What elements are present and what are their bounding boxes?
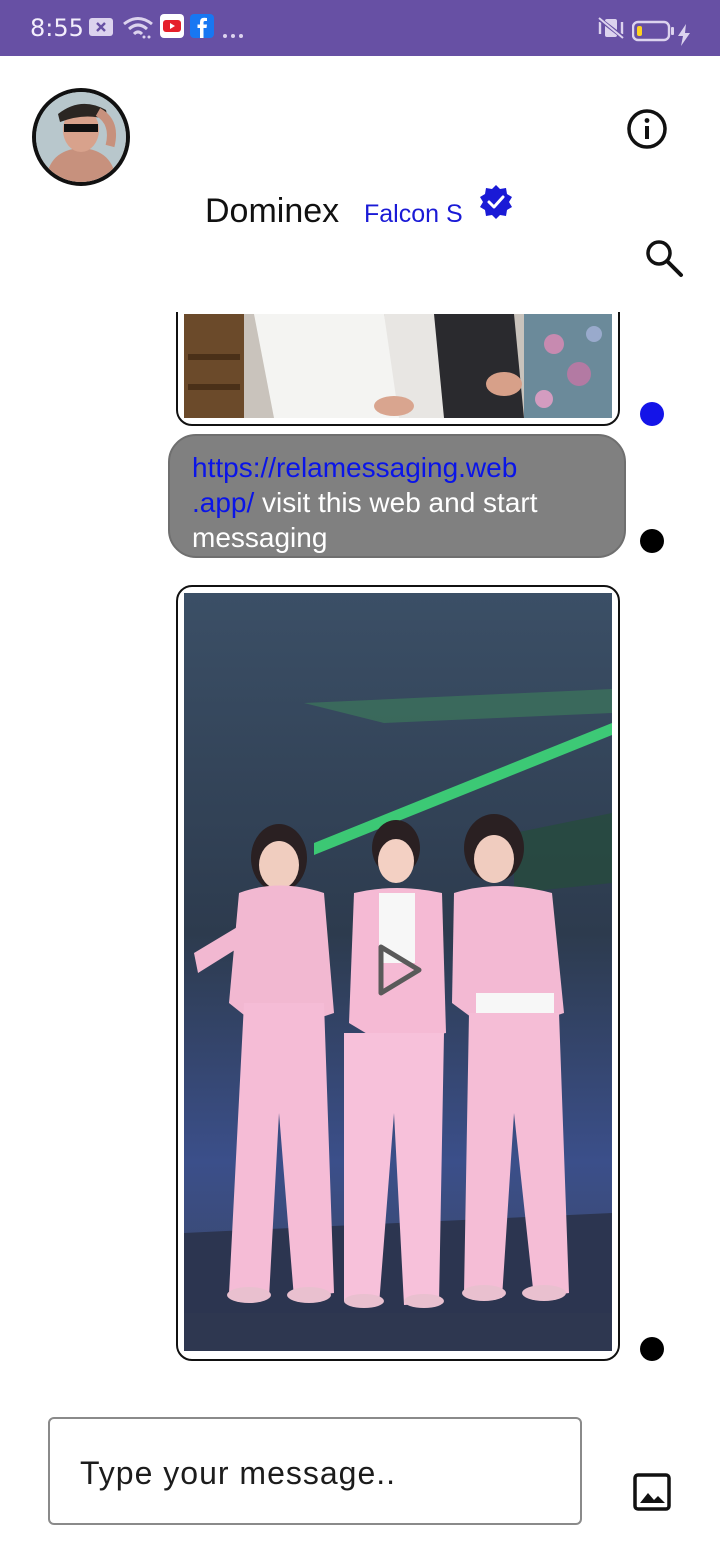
facebook-icon <box>190 14 214 43</box>
charging-bolt-icon <box>677 24 691 51</box>
status-dot-read <box>640 1337 664 1361</box>
status-dot-unread <box>640 402 664 426</box>
search-icon[interactable] <box>642 236 686 280</box>
video-thumbnail[interactable] <box>184 593 612 1351</box>
youtube-icon <box>160 14 184 43</box>
status-bar: 8:55 <box>0 0 720 56</box>
message-link[interactable]: https://relamessaging.web <box>192 452 517 483</box>
image-gallery-icon[interactable] <box>632 1472 672 1512</box>
avatar[interactable] <box>32 88 130 186</box>
close-box-icon <box>88 16 114 43</box>
message-text: visit this web and start <box>254 487 538 518</box>
message-image[interactable] <box>184 314 612 418</box>
play-icon[interactable] <box>375 943 425 997</box>
status-time: 8:55 <box>30 14 84 42</box>
info-icon[interactable] <box>626 108 668 150</box>
wifi-icon <box>122 16 154 45</box>
verified-badge-icon <box>478 184 514 220</box>
message-input-placeholder[interactable]: Type your message.. <box>80 1455 396 1492</box>
message-list[interactable]: https://relamessaging.web .app/ visit th… <box>0 312 720 1392</box>
text-message[interactable]: https://relamessaging.web .app/ visit th… <box>168 434 626 558</box>
contact-subtitle: Falcon S <box>364 200 463 228</box>
message-line: .app/ visit this web and start <box>192 485 604 520</box>
message-text-line: messaging <box>192 522 328 553</box>
image-message[interactable] <box>176 312 620 426</box>
status-dot-read <box>640 529 664 553</box>
vibrate-silent-icon <box>596 16 626 45</box>
more-dots-icon <box>222 26 244 44</box>
message-input[interactable]: Type your message.. <box>48 1417 582 1525</box>
contact-name: Dominex <box>205 192 340 230</box>
message-line: https://relamessaging.web <box>192 450 604 485</box>
battery-low-icon <box>631 20 674 47</box>
video-message[interactable] <box>176 585 620 1361</box>
chat-header <box>0 56 720 306</box>
message-link-cont[interactable]: .app/ <box>192 487 254 518</box>
